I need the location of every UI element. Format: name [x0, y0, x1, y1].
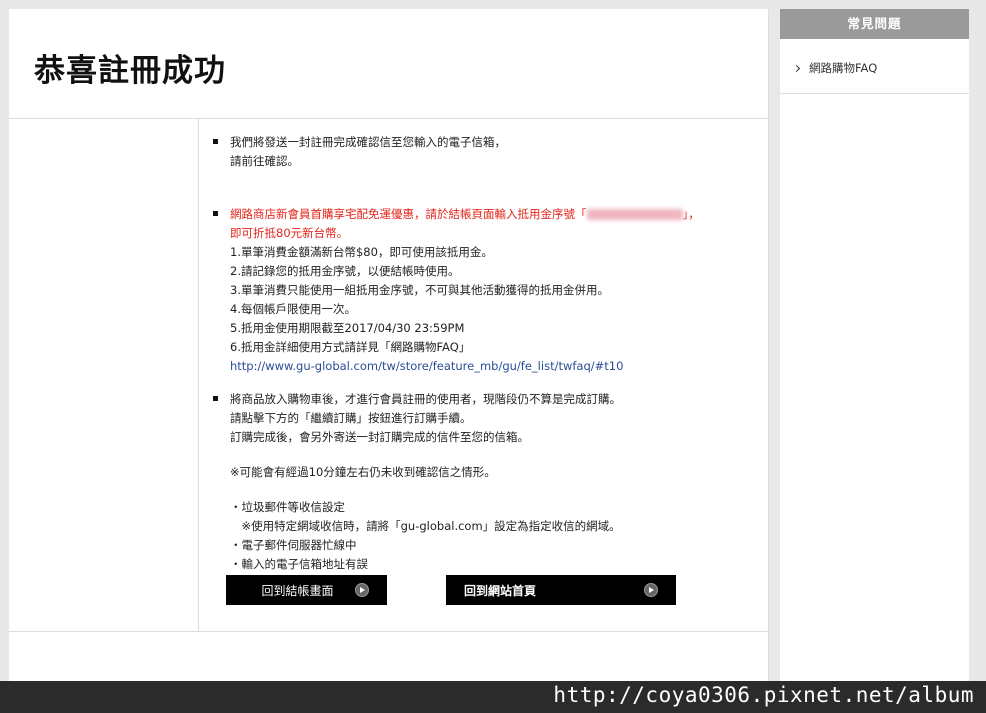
promo-rule: 2.請記錄您的抵用金序號，以便結帳時使用。	[230, 264, 460, 278]
promo-discount: 即可折抵80元新台幣。	[230, 226, 349, 240]
back-to-checkout-button[interactable]: 回到結帳畫面	[226, 575, 387, 605]
title-area: 恭喜註冊成功	[9, 9, 768, 119]
faq-link[interactable]: http://www.gu-global.com/tw/store/featur…	[230, 357, 763, 376]
promo-headline-text: 網路商店新會員首購享宅配免運優惠，請於結帳頁面輸入抵用金序號「	[230, 207, 587, 221]
notice-line: 訂購完成後，會另外寄送一封訂購完成的信件至您的信箱。	[230, 430, 529, 444]
back-to-home-button[interactable]: 回到網站首頁	[446, 575, 676, 605]
confirmation-notice: 我們將發送一封註冊完成確認信至您輸入的電子信箱， 請前往確認。	[213, 133, 763, 171]
delay-note: ※可能會有經過10分鐘左右仍未收到確認信之情形。	[230, 465, 496, 479]
notice-column: 我們將發送一封註冊完成確認信至您輸入的電子信箱， 請前往確認。 網路商店新會員首…	[213, 133, 763, 574]
bullet-icon	[213, 139, 218, 144]
promo-notice: 網路商店新會員首購享宅配免運優惠，請於結帳頁面輸入抵用金序號「 」， 即可折抵80…	[213, 205, 763, 376]
order-notice: 將商品放入購物車後，才進行會員註冊的使用者，現階段仍不算是完成訂購。 請點擊下方…	[213, 390, 763, 574]
coupon-code-redacted	[586, 209, 683, 220]
reason-item: ・垃圾郵件等收信設定	[230, 500, 345, 514]
reason-item: ※使用特定網域收信時，請將「gu-global.com」設定為指定收信的網域。	[230, 519, 621, 533]
notice-line: 我們將發送一封註冊完成確認信至您輸入的電子信箱，	[230, 135, 506, 149]
sidebar-header: 常見問題	[780, 9, 969, 39]
promo-rule: 3.單筆消費只能使用一組抵用金序號，不可與其他活動獲得的抵用金併用。	[230, 283, 609, 297]
promo-headline: 網路商店新會員首購享宅配免運優惠，請於結帳頁面輸入抵用金序號「 」，	[230, 205, 763, 224]
watermark-text: http://coya0306.pixnet.net/album	[553, 683, 974, 707]
arrow-right-icon	[355, 583, 369, 597]
promo-rule: 6.抵用金詳細使用方式請詳見「網路購物FAQ」	[230, 340, 471, 354]
reason-item: ・輸入的電子信箱地址有誤	[230, 557, 368, 571]
sidebar: 常見問題 網路購物FAQ	[780, 9, 969, 681]
button-label: 回到網站首頁	[464, 583, 537, 598]
notice-line: 將商品放入購物車後，才進行會員註冊的使用者，現階段仍不算是完成訂購。	[230, 392, 621, 406]
left-column	[9, 119, 199, 631]
promo-rule: 5.抵用金使用期限截至2017/04/30 23:59PM	[230, 321, 465, 335]
notice-line: 請點擊下方的「繼續訂購」按鈕進行訂購手續。	[230, 411, 472, 425]
watermark-bar: http://coya0306.pixnet.net/album	[0, 681, 986, 713]
promo-rule: 1.單筆消費金額滿新台幣$80，即可使用該抵用金。	[230, 245, 493, 259]
main-panel: 恭喜註冊成功 我們將發送一封註冊完成確認信至您輸入的電子信箱， 請前往確認。 網…	[9, 9, 769, 681]
button-label: 回到結帳畫面	[261, 583, 334, 598]
page-title: 恭喜註冊成功	[34, 53, 226, 89]
sidebar-item-label: 網路購物FAQ	[809, 61, 878, 75]
promo-rule: 4.每個帳戶限使用一次。	[230, 302, 356, 316]
bullet-icon	[213, 211, 218, 216]
chevron-right-icon	[792, 64, 801, 73]
sidebar-item-faq[interactable]: 網路購物FAQ	[780, 39, 969, 94]
bullet-icon	[213, 396, 218, 401]
arrow-right-icon	[644, 583, 658, 597]
notice-line: 請前往確認。	[230, 154, 299, 168]
promo-headline-end: 」，	[682, 207, 700, 221]
content-row: 我們將發送一封註冊完成確認信至您輸入的電子信箱， 請前往確認。 網路商店新會員首…	[9, 119, 768, 632]
reason-item: ・電子郵件伺服器忙線中	[230, 538, 357, 552]
